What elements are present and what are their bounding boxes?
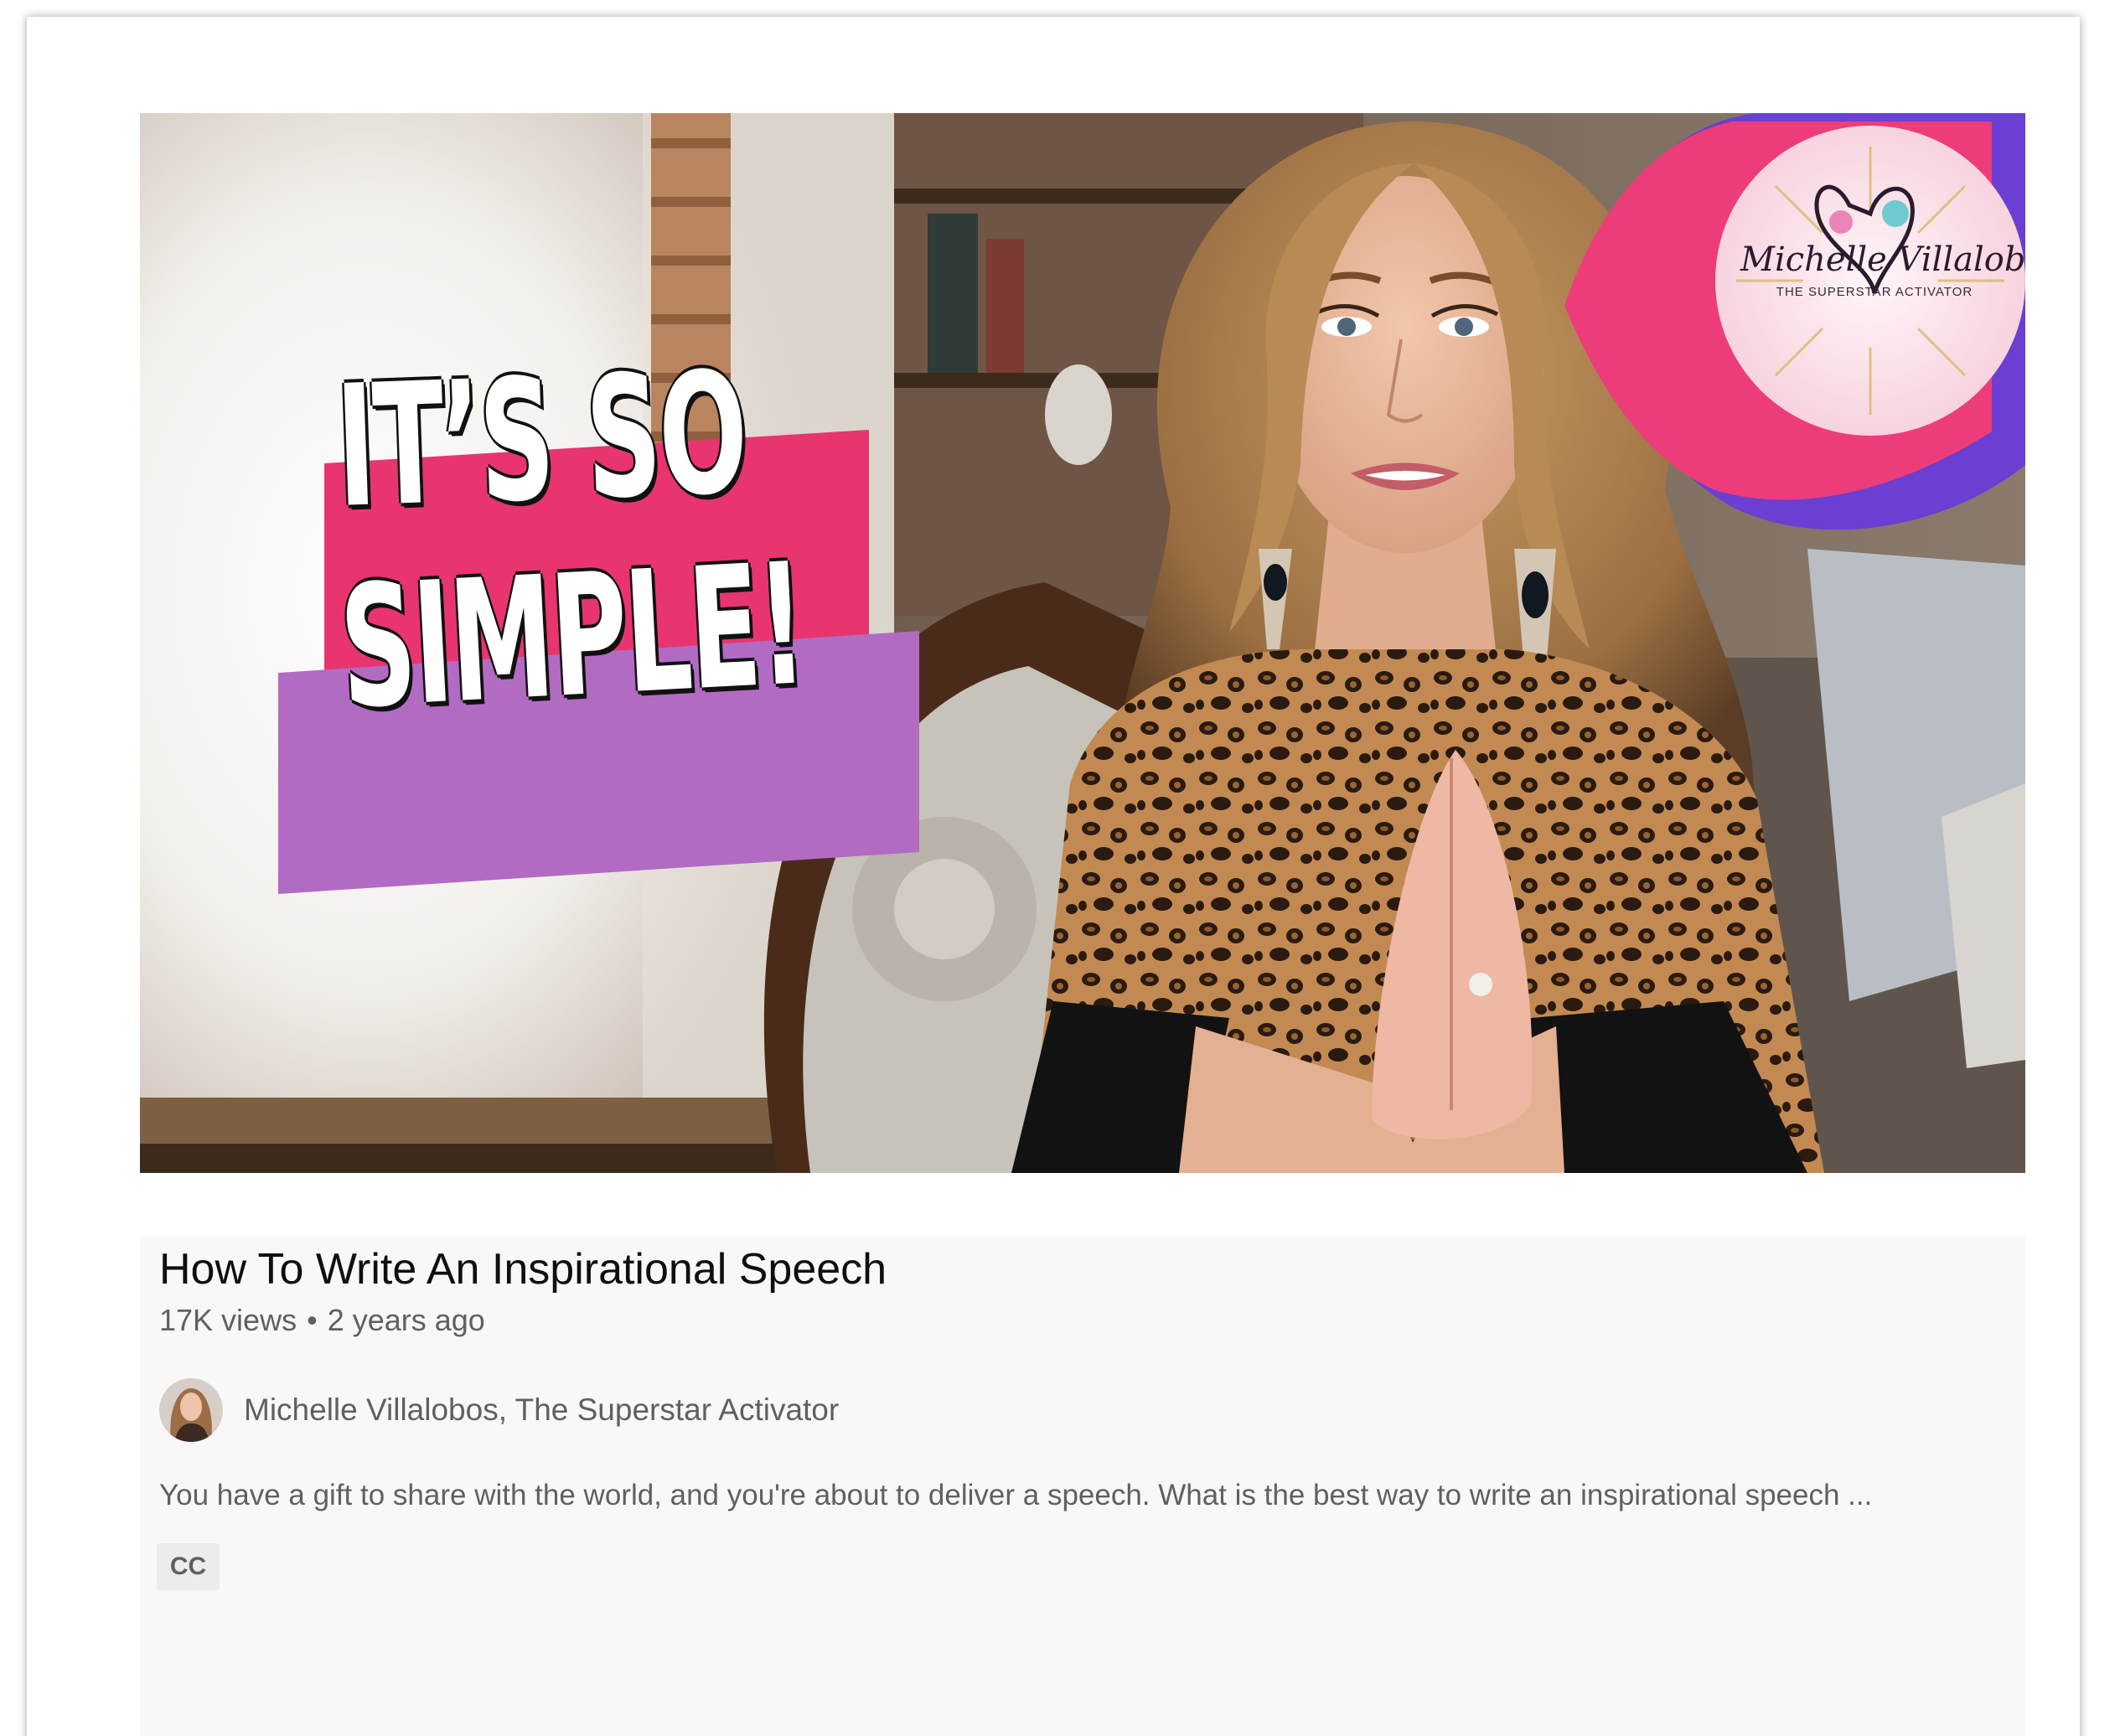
channel-logo-name: Michelle Villalobos: [1740, 240, 2025, 279]
channel-logo-tagline: THE SUPERSTAR ACTIVATOR: [1776, 285, 1973, 299]
video-card[interactable]: IT’S SO SIMPLE! Michelle Villalobos THE …: [140, 113, 2025, 1736]
closed-captions-badge: CC: [157, 1543, 220, 1590]
upload-age: 2 years ago: [327, 1303, 485, 1337]
video-description: You have a gift to share with the world,…: [159, 1479, 1873, 1511]
video-title[interactable]: How To Write An Inspirational Speech: [159, 1244, 887, 1294]
channel-row[interactable]: Michelle Villalobos, The Superstar Activ…: [159, 1378, 839, 1442]
thumbnail-caption-line-2: SIMPLE!: [335, 527, 809, 747]
channel-name[interactable]: Michelle Villalobos, The Superstar Activ…: [244, 1392, 839, 1428]
view-count: 17K views: [159, 1303, 297, 1337]
video-thumbnail[interactable]: IT’S SO SIMPLE! Michelle Villalobos THE …: [140, 113, 2025, 1173]
video-meta: 17K views • 2 years ago: [159, 1303, 485, 1338]
thumbnail-caption-line-1: IT’S SO: [333, 336, 749, 545]
meta-separator: •: [307, 1303, 318, 1337]
avatar-image: [159, 1378, 223, 1442]
channel-avatar[interactable]: [159, 1378, 223, 1442]
page-frame: IT’S SO SIMPLE! Michelle Villalobos THE …: [27, 17, 2080, 1736]
video-details: How To Write An Inspirational Speech 17K…: [140, 1236, 2025, 1736]
